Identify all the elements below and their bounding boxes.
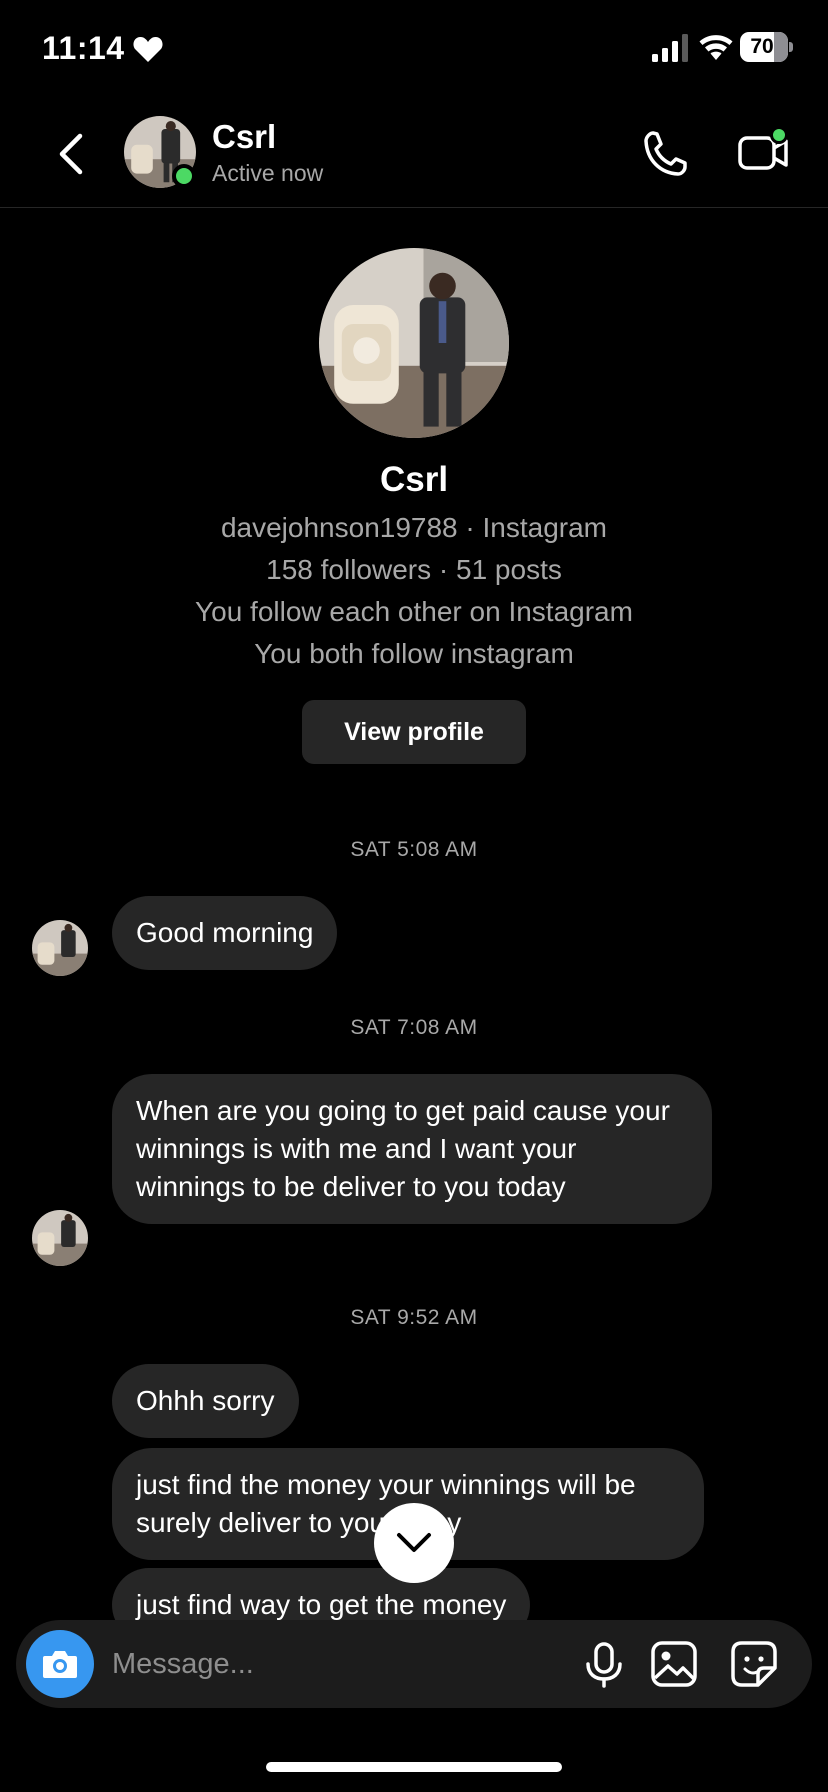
message-composer xyxy=(16,1620,812,1708)
message-bubble[interactable]: Ohhh sorry xyxy=(112,1364,299,1438)
back-chevron-icon[interactable] xyxy=(50,128,90,180)
microphone-icon[interactable] xyxy=(582,1642,626,1688)
sender-avatar[interactable] xyxy=(32,920,88,976)
profile-name: Csrl xyxy=(379,460,449,499)
wifi-icon xyxy=(699,35,733,60)
view-profile-button[interactable]: View profile xyxy=(302,700,526,764)
phone-icon[interactable] xyxy=(640,128,690,180)
camera-icon xyxy=(43,1651,77,1678)
video-badge-dot xyxy=(770,126,788,144)
message-timestamp: SAT 9:52 AM xyxy=(350,1306,478,1329)
heart-icon xyxy=(133,37,163,62)
message-timestamp: SAT 5:08 AM xyxy=(350,838,478,861)
sender-avatar[interactable] xyxy=(32,1210,88,1266)
chat-header: Csrl Active now xyxy=(0,100,828,208)
battery-icon: 70 xyxy=(740,32,793,62)
gallery-icon[interactable] xyxy=(650,1640,698,1688)
online-status-dot xyxy=(172,164,196,188)
profile-stats: 158 followers · 51 posts xyxy=(266,554,562,585)
camera-button[interactable] xyxy=(26,1630,94,1698)
profile-mutual-follow: You follow each other on Instagram xyxy=(195,596,633,627)
chevron-down-icon xyxy=(397,1533,431,1552)
message-input[interactable] xyxy=(112,1620,562,1708)
message-bubble[interactable]: When are you going to get paid cause you… xyxy=(112,1074,712,1224)
profile-common-follow: You both follow instagram xyxy=(254,638,574,669)
active-status: Active now xyxy=(212,160,324,186)
profile-handle: davejohnson19788 · Instagram xyxy=(220,512,608,543)
profile-avatar[interactable] xyxy=(319,248,509,438)
status-time: 11:14 xyxy=(42,30,125,66)
scroll-to-bottom-button[interactable] xyxy=(374,1503,454,1583)
signal-icon xyxy=(652,34,688,62)
contact-name[interactable]: Csrl xyxy=(212,118,276,156)
status-bar: 11:14 70 xyxy=(0,0,828,100)
message-bubble[interactable]: Good morning xyxy=(112,896,338,970)
sticker-icon[interactable] xyxy=(730,1640,778,1688)
battery-percent: 70 xyxy=(750,35,774,58)
home-indicator[interactable] xyxy=(266,1762,562,1772)
message-timestamp: SAT 7:08 AM xyxy=(350,1016,478,1039)
